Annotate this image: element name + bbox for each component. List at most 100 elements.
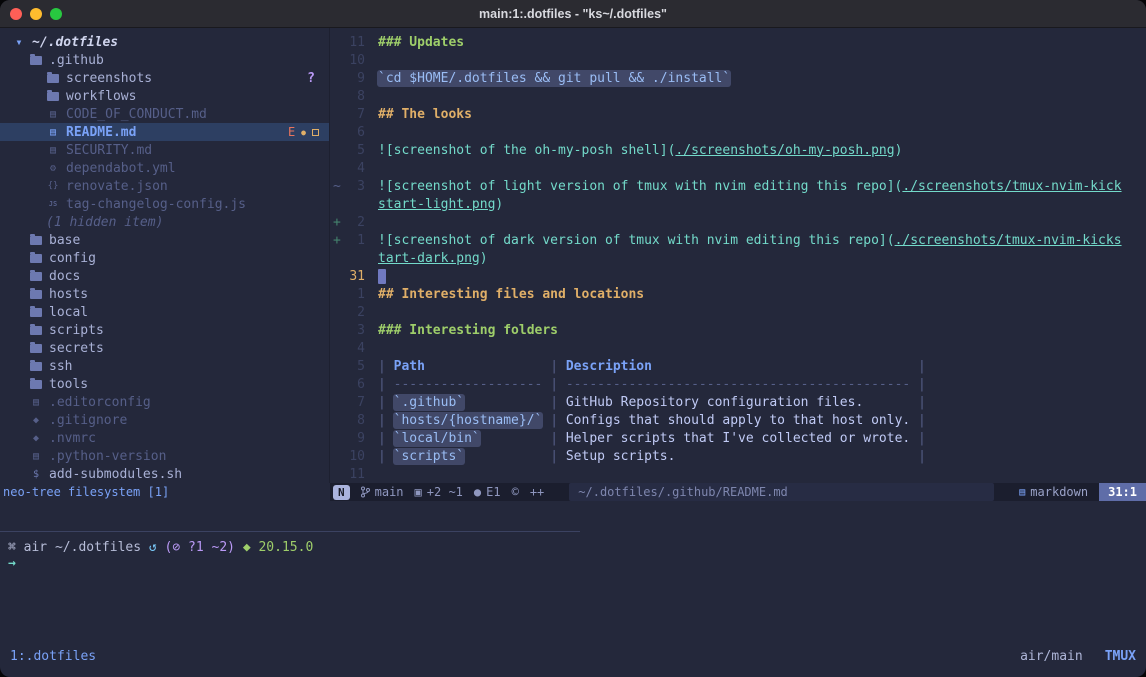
buffer-line[interactable]: 9| `local/bin` | Helper scripts that I'v… [330,429,1146,447]
git-branch-segment: main [361,485,404,499]
tree-item-label: tag-changelog-config.js [66,197,246,212]
tree-item-config[interactable]: config [0,249,329,267]
filetype-label: markdown [1030,485,1088,499]
prompt-arrow[interactable]: → [8,556,16,571]
tree-item-local[interactable]: local [0,303,329,321]
python-icon: ▤ [29,451,43,462]
folder-icon [30,308,42,317]
prompt-segment-text: air [24,540,55,555]
filetype-segment: ▤ markdown [1019,485,1088,499]
untracked-square-icon [312,129,319,136]
folder-icon [29,362,43,371]
doc-icon: ▤ [46,109,60,120]
braces-icon: {} [46,181,60,191]
buffer-line[interactable]: 5![screenshot of the oh-my-posh shell](.… [330,141,1146,159]
tree-item-secrets[interactable]: secrets [0,339,329,357]
tree-item-tag-changelog-config-js[interactable]: JStag-changelog-config.js [0,195,329,213]
prompt-segment-git: (⊘ ?1 ~2) [165,540,243,555]
shell-icon: $ [29,469,43,480]
buffer-line[interactable]: start-light.png) [330,195,1146,213]
chevron-icon: ▾ [12,35,26,49]
buffer-line[interactable]: 7## The looks [330,105,1146,123]
tree-item-tools[interactable]: tools [0,375,329,393]
folder-icon [29,326,43,335]
tree-item-label: scripts [49,323,104,338]
line-text: | `.github` | GitHub Repository configur… [378,395,926,410]
buffer-line[interactable]: 6| ------------------- | ---------------… [330,375,1146,393]
folder-icon [30,236,42,245]
folder-icon [47,92,59,101]
tree-item-ssh[interactable]: ssh [0,357,329,375]
folder-icon [29,380,43,389]
tree-item-add-submodules-sh[interactable]: $add-submodules.sh [0,465,329,483]
tree-item-editorconfig[interactable]: ▤.editorconfig [0,393,329,411]
buffer-line[interactable]: 31 [330,267,1146,285]
folder-icon [30,362,42,371]
buffer-line[interactable]: 1## Interesting files and locations [330,285,1146,303]
minimize-button[interactable] [30,8,42,20]
buffer-line[interactable]: 9`cd $HOME/.dotfiles && git pull && ./in… [330,69,1146,87]
tree-item-security-md[interactable]: ▤SECURITY.md [0,141,329,159]
tree-item-label: (1 hidden item) [46,215,163,230]
line-text: | `scripts` | Setup scripts. | [378,449,926,464]
copilot-icon: © [512,485,519,499]
neotree-panel: ▾ ~/.dotfiles.githubscreenshots? workflows… [0,28,330,483]
buffer-line[interactable]: 7| `.github` | GitHub Repository configu… [330,393,1146,411]
shell-pane[interactable]: ⌘ air ~/.dotfiles ↺ (⊘ ?1 ~2) ◆ 20.15.0 … [0,501,1146,649]
buffer-line[interactable]: 11### Updates [330,33,1146,51]
line-number: 1 [343,287,365,302]
tree-item-1-hidden-item[interactable]: (1 hidden item) [0,213,329,231]
zoom-button[interactable] [50,8,62,20]
line-number: 10 [343,449,365,464]
tree-item-gitignore[interactable]: ◆.gitignore [0,411,329,429]
tmux-window-label[interactable]: 1:.dotfiles [10,649,96,664]
buffer-line[interactable]: +2 [330,213,1146,231]
tree-item-readme-md[interactable]: ▤README.mdE● [0,123,329,141]
buffer-line[interactable]: 4 [330,339,1146,357]
buffer-line[interactable]: 10 [330,51,1146,69]
buffer-line[interactable]: 4 [330,159,1146,177]
buffer-line[interactable]: 5| Path | Description | [330,357,1146,375]
editor-buffer[interactable]: 11### Updates109`cd $HOME/.dotfiles && g… [330,28,1146,483]
prompt-segment-os: ⌘ [8,540,24,555]
tree-item-renovate-json[interactable]: {}renovate.json [0,177,329,195]
tree-item-python-version[interactable]: ▤.python-version [0,447,329,465]
tree-item-dotfiles[interactable]: ▾ ~/.dotfiles [0,33,329,51]
tmux-mode-label: TMUX [1105,649,1136,664]
tree-item-label: workflows [66,89,136,104]
line-number: 6 [343,377,365,392]
buffer-line[interactable]: 3### Interesting folders [330,321,1146,339]
tree-item-github[interactable]: .github [0,51,329,69]
buffer-line[interactable]: +1![screenshot of dark version of tmux w… [330,231,1146,249]
tmux-statusbar: 1:.dotfiles air/main TMUX [0,647,1146,665]
markdown-icon: ▤ [46,127,60,138]
tree-item-scripts[interactable]: scripts [0,321,329,339]
close-button[interactable] [10,8,22,20]
buffer-line[interactable]: 2 [330,303,1146,321]
tree-item-nvmrc[interactable]: ◆.nvmrc [0,429,329,447]
tree-item-label: CODE_OF_CONDUCT.md [66,107,207,122]
line-text: ![screenshot of light version of tmux wi… [378,179,1122,194]
tree-item-base[interactable]: base [0,231,329,249]
buffer-line[interactable]: tart-dark.png) [330,249,1146,267]
tree-item-docs[interactable]: docs [0,267,329,285]
tree-item-dependabot-yml[interactable]: ⚙dependabot.yml [0,159,329,177]
tree-item-label: tools [49,377,88,392]
file-path: ~/.dotfiles/.github/README.md [569,483,994,501]
buffer-line[interactable]: ~3![screenshot of light version of tmux … [330,177,1146,195]
tree-item-workflows[interactable]: workflows [0,87,329,105]
pane-border [0,531,580,532]
tree-item-screenshots[interactable]: screenshots? [0,69,329,87]
tree-item-hosts[interactable]: hosts [0,285,329,303]
line-number: 1 [343,233,365,248]
tree-item-label: ~/.dotfiles [32,35,118,50]
buffer-line[interactable]: 11 [330,465,1146,483]
terminal-window: main:1:.dotfiles - "ks~/.dotfiles" ▾~/.d… [0,0,1146,677]
buffer-line[interactable]: 6 [330,123,1146,141]
buffer-line[interactable]: 8| `hosts/{hostname}/` | Configs that sh… [330,411,1146,429]
tree-item-code-of-conduct-md[interactable]: ▤ CODE_OF_CONDUCT.md [0,105,329,123]
buffer-line[interactable]: 10 | `scripts` | Setup scripts. | [330,447,1146,465]
buffer-line[interactable]: 8 [330,87,1146,105]
line-text: ![screenshot of the oh-my-posh shell](./… [378,143,902,158]
folder-icon [30,56,42,65]
